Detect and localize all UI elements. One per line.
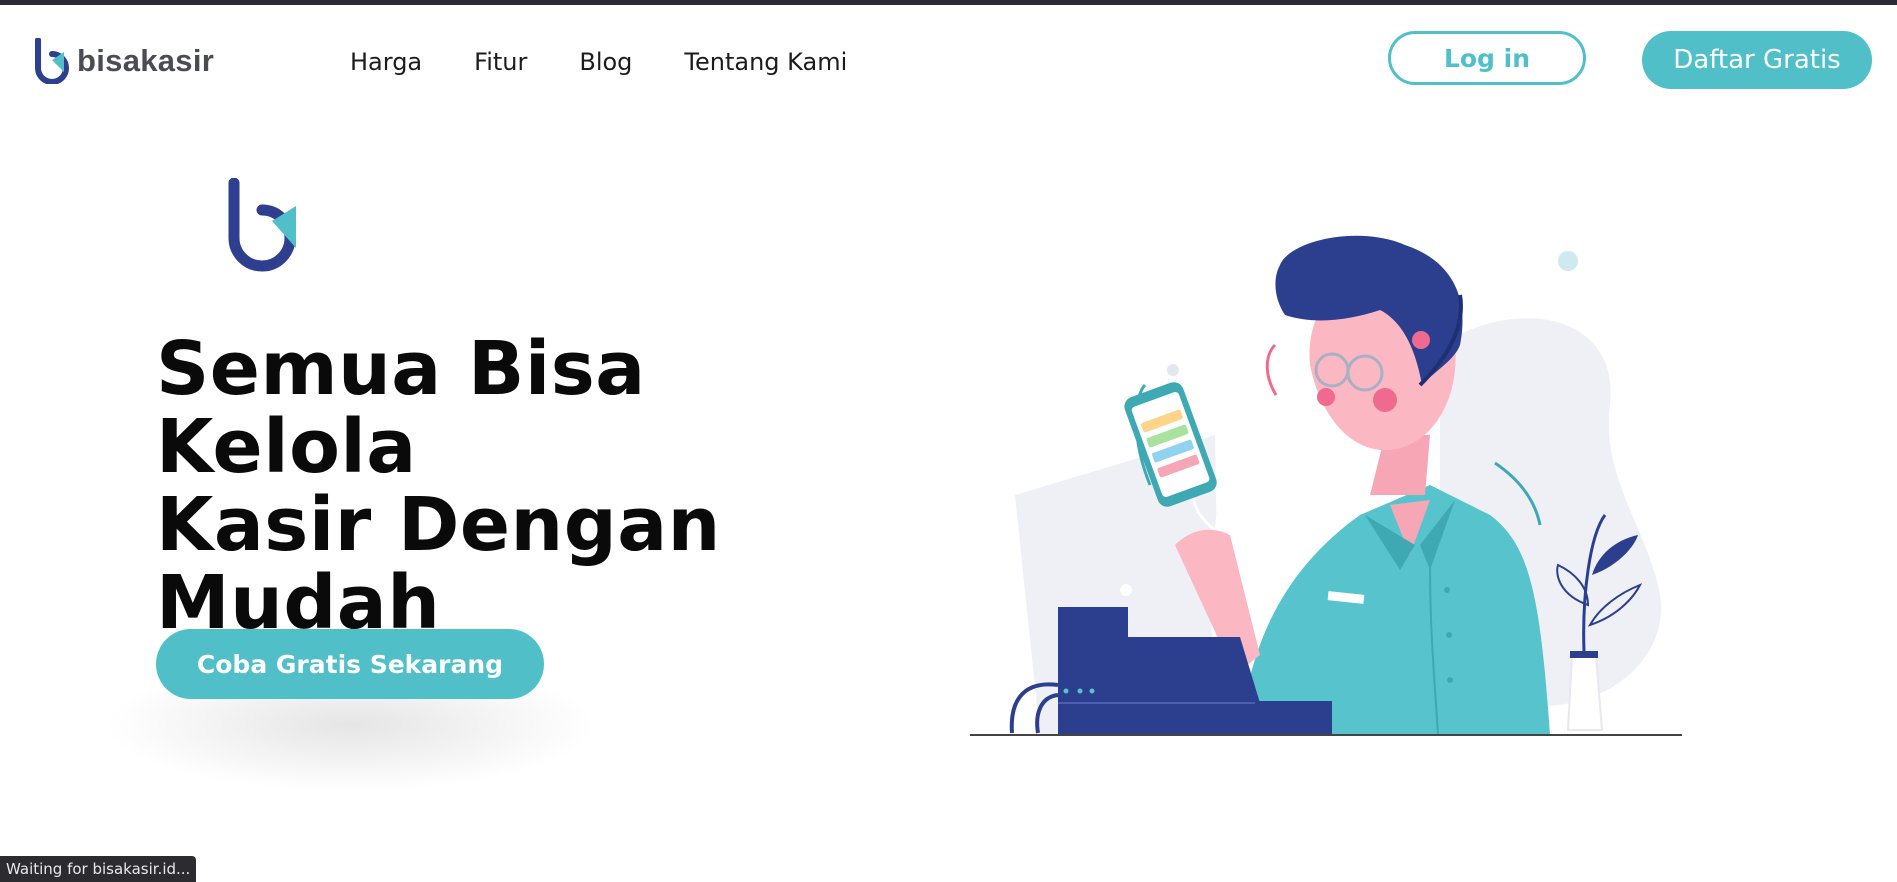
logo-mark-icon [228,177,296,272]
signup-button[interactable]: Daftar Gratis [1642,31,1872,89]
hero-logo-mark [224,177,304,277]
nav-item-fitur[interactable]: Fitur [474,48,527,76]
nav-item-blog[interactable]: Blog [579,48,632,76]
logo-text: bisakasir [77,43,215,78]
login-button[interactable]: Log in [1388,31,1586,85]
hero-title: Semua Bisa Kelola Kasir Dengan Mudah [156,330,916,642]
try-free-button[interactable]: Coba Gratis Sekarang [156,629,544,699]
browser-top-strip [0,0,1897,5]
hero-illustration [960,235,1690,749]
brand-logo[interactable]: bisakasir [32,38,214,84]
browser-status-bar: Waiting for bisakasir.id... [0,856,197,882]
nav-item-harga[interactable]: Harga [350,48,422,76]
hero-title-line-1: Semua Bisa Kelola [156,326,646,490]
hero-title-line-2: Kasir Dengan [156,482,721,568]
logo-mark-icon [35,38,69,84]
cashier-illustration [970,235,1682,736]
nav-item-tentang-kami[interactable]: Tentang Kami [684,48,847,76]
main-nav: Harga Fitur Blog Tentang Kami [350,48,899,76]
